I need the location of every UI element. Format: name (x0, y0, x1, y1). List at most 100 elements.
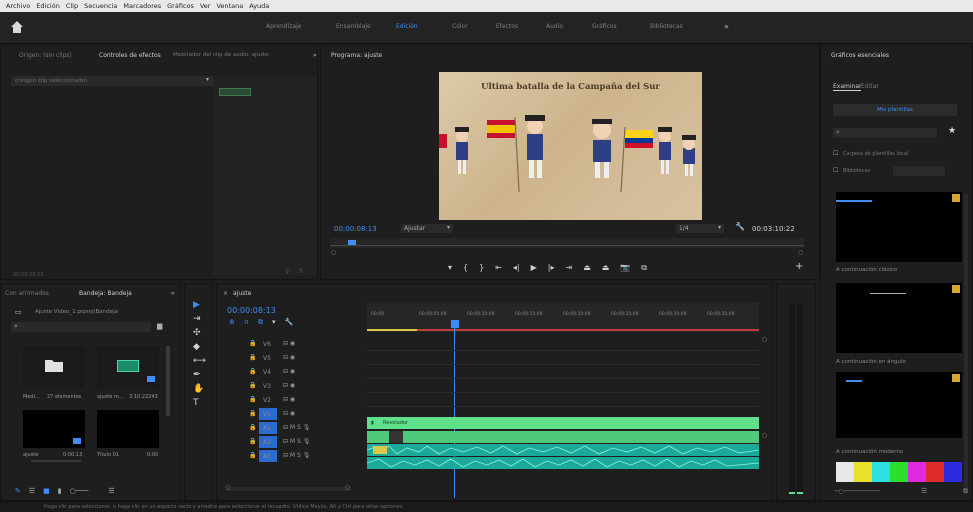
linked-selection-icon[interactable]: ⧉ (258, 318, 263, 327)
menu-item[interactable]: Secuencia (84, 2, 117, 10)
compare-icon[interactable]: ⧉ (641, 263, 647, 273)
audio-clip-a2[interactable] (367, 457, 759, 469)
workspace-tab[interactable]: Color (452, 23, 468, 30)
checkbox-local[interactable]: ☐ (833, 150, 838, 157)
lock-icon[interactable]: 🔒 (249, 452, 256, 459)
zoom-end-handle[interactable]: ○ (798, 249, 803, 256)
graphics-search-input[interactable]: ⌕ (833, 128, 937, 138)
lock-icon[interactable]: 🔒 (249, 382, 256, 389)
timeline-scroll-handle[interactable]: ○ (762, 432, 767, 439)
filter-icon[interactable]: ⊽ (285, 269, 289, 276)
go-to-out-icon[interactable]: ⇥ (566, 263, 573, 273)
thumbnail-scrollbar[interactable] (31, 460, 81, 462)
sort-icon[interactable]: ☰ (108, 487, 114, 495)
bin-item-adjust[interactable] (23, 410, 85, 448)
freeform-view-icon[interactable]: ▮ (58, 487, 62, 495)
extract-icon[interactable]: ⏏ (602, 263, 610, 273)
timeline-zoom-scrollbar[interactable]: ○ ○ (225, 484, 351, 491)
lock-icon[interactable]: 🔒 (249, 438, 256, 445)
pencil-icon[interactable]: ✎ (15, 487, 21, 495)
workspace-tab[interactable]: Edición (396, 23, 418, 30)
export-icon[interactable]: ⇱ (299, 268, 304, 275)
program-timecode[interactable]: 00:00:08:13 (334, 225, 377, 233)
timeline-timecode[interactable]: 00:00:08:13 (227, 306, 276, 315)
workspace-tab[interactable]: Gráficos (592, 23, 617, 30)
ripple-edit-icon[interactable]: ✣ (193, 328, 206, 338)
zoom-end-handle[interactable]: ○ (345, 484, 350, 491)
step-back-icon[interactable]: ◂| (513, 263, 520, 273)
tab-source[interactable]: Origen: (sin clips) (19, 52, 72, 59)
track-visibility-icon[interactable]: ⊟ ◉ (283, 396, 295, 403)
tab-edit[interactable]: Editar (861, 83, 879, 90)
track-visibility-icon[interactable]: ⊟ ◉ (283, 382, 295, 389)
menu-item[interactable]: Gráficos (167, 2, 194, 10)
graphics-zoom-slider[interactable]: ─○────────── (835, 488, 880, 495)
menu-item[interactable]: Ventana (216, 2, 243, 10)
tab-effect-controls[interactable]: Controles de efectos (99, 52, 161, 59)
home-icon[interactable] (10, 20, 24, 34)
workspace-tab[interactable]: Ensamblaje (336, 23, 371, 30)
zoom-slider[interactable]: ○─── (70, 487, 89, 495)
lock-icon[interactable]: 🔒 (249, 396, 256, 403)
add-button-icon[interactable]: + (795, 261, 803, 272)
lift-icon[interactable]: ⏏ (583, 263, 591, 273)
add-marker-icon[interactable]: ▾ (448, 263, 452, 273)
workspace-tab[interactable]: Audio (546, 23, 563, 30)
track-visibility-icon[interactable]: ⊟ ◉ (283, 368, 295, 375)
program-scrubber[interactable] (330, 238, 804, 248)
track-audio-controls[interactable]: ⊟ M S 🎙 (283, 452, 310, 459)
template-thumb-angle[interactable] (836, 283, 962, 353)
project-search-input[interactable]: ⌕ (11, 322, 151, 332)
zoom-start-handle[interactable]: ○ (225, 484, 230, 491)
menu-item[interactable]: Ver (200, 2, 211, 10)
razor-tool-icon[interactable]: ◆ (193, 342, 206, 352)
timeline-playhead-handle[interactable] (451, 320, 459, 328)
timeline-ruler[interactable]: 00:00 00:00:05:00 00:00:10:00 00:00:15:00 00… (367, 302, 759, 332)
mark-in-icon[interactable]: { (463, 263, 468, 273)
tab-audio-mixer[interactable]: Mezclador del clip de audio: ajuste (173, 52, 269, 58)
snap-icon[interactable]: ∩ (244, 318, 249, 327)
lock-icon[interactable]: 🔒 (249, 410, 256, 417)
marker-icon[interactable]: ▾ (272, 318, 276, 327)
new-bin-icon[interactable]: ▆ (157, 322, 162, 330)
bin-item-media[interactable] (23, 346, 85, 388)
workspace-tab[interactable]: Bibliotecas (650, 23, 683, 30)
tab-sequence[interactable]: ajuste (233, 290, 251, 297)
tab-bin[interactable]: Bandeja: Bandeja (79, 290, 132, 297)
tab-essential-graphics[interactable]: Gráficos esenciales (831, 52, 889, 59)
icon-view-icon[interactable]: ■ (43, 487, 50, 495)
template-thumb-classic[interactable] (836, 192, 962, 262)
work-area-bar[interactable] (367, 329, 417, 331)
type-tool-icon[interactable]: T (193, 398, 206, 408)
menu-item[interactable]: Edición (36, 2, 60, 10)
track-select-icon[interactable]: ⇥ (193, 314, 206, 324)
lock-icon[interactable]: 🔒 (249, 354, 256, 361)
star-icon[interactable]: ★ (948, 126, 956, 136)
graphics-scrollbar[interactable] (964, 194, 968, 494)
mark-out-icon[interactable]: } (479, 263, 484, 273)
timeline-scroll-handle[interactable]: ○ (762, 336, 767, 343)
list-view-icon[interactable]: ☰ (921, 487, 927, 495)
new-layer-icon[interactable]: ⧉ (963, 487, 968, 496)
zoom-start-handle[interactable]: ○ (331, 249, 336, 256)
templates-dropdown[interactable]: Mis plantillas (833, 104, 957, 116)
tab-program[interactable]: Programa: ajuste (331, 52, 382, 59)
close-icon[interactable]: × (223, 290, 228, 297)
play-icon[interactable]: ▶ (531, 263, 537, 273)
track-visibility-icon[interactable]: ⊟ ◉ (283, 340, 295, 347)
menu-item[interactable]: Clip (66, 2, 78, 10)
hand-tool-icon[interactable]: ✋ (193, 384, 206, 394)
template-thumb-modern[interactable] (836, 372, 962, 438)
more-workspaces-icon[interactable]: » (724, 22, 729, 31)
lock-icon[interactable]: 🔒 (249, 424, 256, 431)
track-audio-controls[interactable]: ⊟ M S 🎙 (283, 424, 310, 431)
adjustment-clip[interactable]: ▮ Revelador (367, 417, 759, 429)
track-audio-controls[interactable]: ⊟ M S 🎙 (283, 438, 310, 445)
project-scrollbar[interactable] (166, 346, 170, 416)
template-thumb-colorbars[interactable] (836, 462, 962, 482)
go-to-in-icon[interactable]: ⇤ (495, 263, 502, 273)
bin-item-title[interactable] (97, 410, 159, 448)
resolution-dropdown[interactable]: 1/4 ▾ (676, 224, 724, 233)
checkbox-libraries[interactable]: ☐ (833, 167, 838, 174)
track-visibility-icon[interactable]: ⊟ ◉ (283, 354, 295, 361)
